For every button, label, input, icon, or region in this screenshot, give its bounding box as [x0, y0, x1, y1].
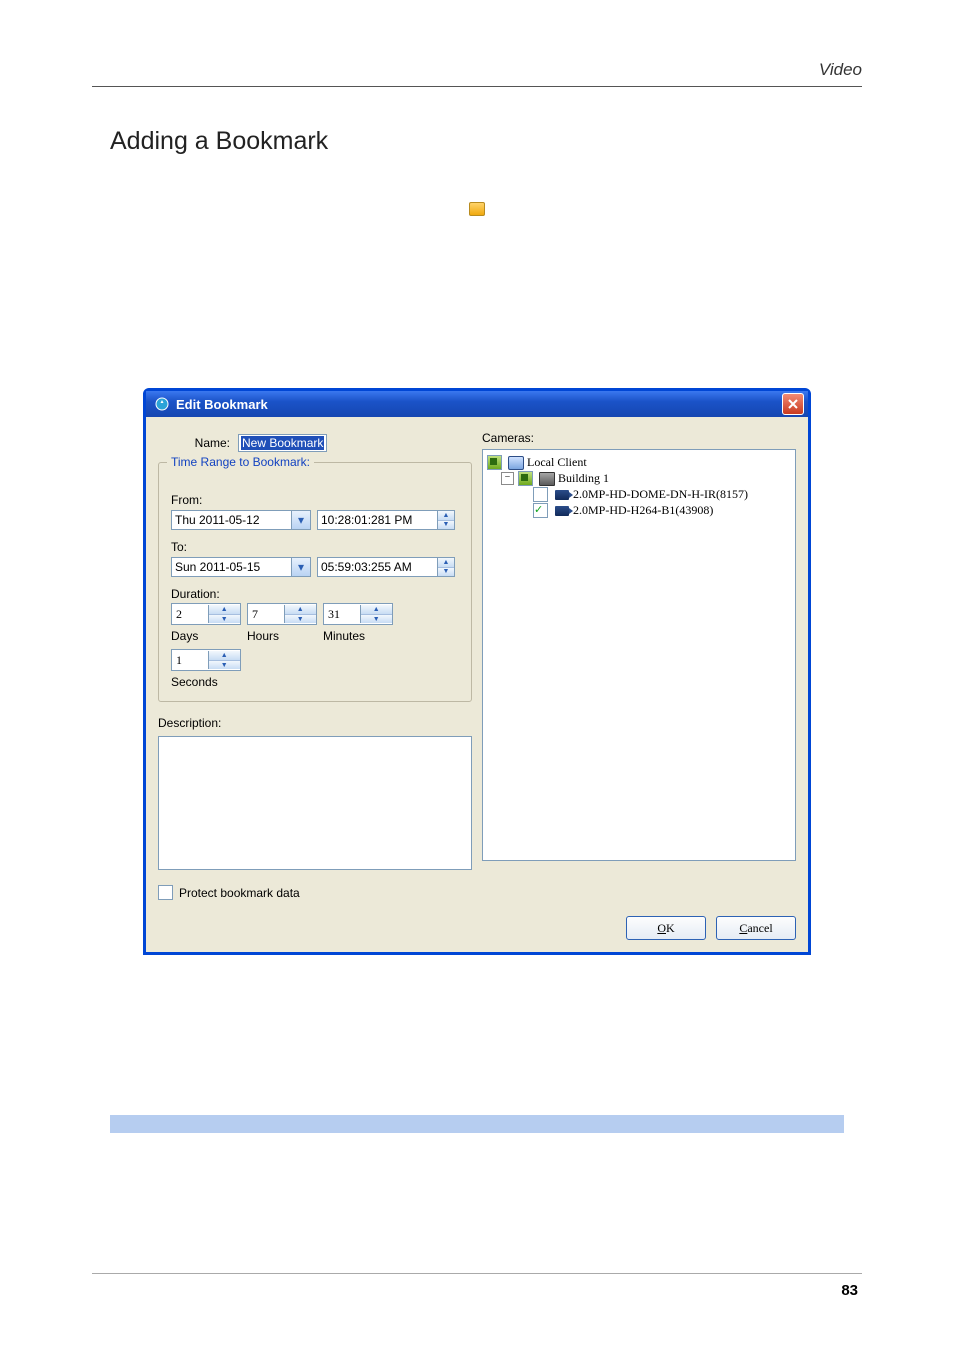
checkbox-checked[interactable] [533, 503, 548, 518]
days-unit-label: Days [171, 629, 198, 643]
from-time-spinner[interactable]: 10:28:01:281 PM ▲▼ [317, 510, 455, 530]
description-label: Description: [158, 716, 472, 730]
dialog-titlebar[interactable]: Edit Bookmark [146, 391, 808, 417]
spinner-icon: ▲▼ [208, 651, 241, 669]
hours-unit-label: Hours [247, 629, 279, 643]
tree-node-camera[interactable]: 2.0MP-HD-H264-B1(43908) [533, 503, 791, 518]
ok-button[interactable]: OK [626, 916, 706, 940]
page-header: Video [92, 60, 862, 80]
days-value: 2 [176, 607, 208, 622]
minutes-spinner[interactable]: 31 ▲▼ [323, 603, 393, 625]
protect-label: Protect bookmark data [179, 886, 300, 900]
checkbox-unchecked[interactable] [533, 487, 548, 502]
description-textarea[interactable] [158, 736, 472, 870]
checkbox-partial[interactable] [518, 471, 533, 486]
to-label: To: [171, 540, 459, 554]
cancel-button[interactable]: Cancel [716, 916, 796, 940]
from-label: From: [171, 493, 459, 507]
close-icon [788, 399, 798, 409]
minutes-value: 31 [328, 607, 360, 622]
name-label: Name: [158, 436, 230, 450]
tree-node-group[interactable]: − Building 1 [501, 471, 791, 486]
tree-cam1-label: 2.0MP-HD-DOME-DN-H-IR(8157) [573, 487, 748, 502]
spinner-icon: ▲▼ [437, 558, 454, 576]
section-heading: Adding a Bookmark [110, 127, 862, 156]
tree-cam2-label: 2.0MP-HD-H264-B1(43908) [573, 503, 713, 518]
time-range-group: Time Range to Bookmark: From: Thu 2011-0… [158, 462, 472, 702]
monitor-icon [508, 456, 524, 470]
protect-checkbox[interactable] [158, 885, 173, 900]
seconds-value: 1 [176, 653, 208, 668]
from-date-value: Thu 2011-05-12 [175, 513, 260, 527]
to-date-value: Sun 2011-05-15 [175, 560, 260, 574]
time-range-legend: Time Range to Bookmark: [167, 455, 314, 469]
note-highlight-bar [110, 1115, 844, 1133]
spinner-icon: ▲▼ [437, 511, 454, 529]
seconds-spinner[interactable]: 1 ▲▼ [171, 649, 241, 671]
cameras-label: Cameras: [482, 431, 796, 445]
from-time-value: 10:28:01:281 PM [321, 513, 437, 527]
checkbox-partial[interactable] [487, 455, 502, 470]
bookmark-icon [469, 202, 485, 216]
seconds-unit-label: Seconds [171, 675, 218, 689]
cameras-tree[interactable]: Local Client − Building 1 2.0MP-HD-DOME-… [482, 449, 796, 861]
name-value: New Bookmark [241, 436, 324, 450]
camera-icon [554, 504, 570, 518]
to-time-spinner[interactable]: 05:59:03:255 AM ▲▼ [317, 557, 455, 577]
name-input[interactable]: New Bookmark [238, 434, 327, 452]
chevron-down-icon: ▾ [291, 511, 310, 529]
header-rule [92, 86, 862, 87]
camera-icon [554, 488, 570, 502]
spinner-icon: ▲▼ [208, 605, 241, 623]
edit-bookmark-dialog: Edit Bookmark Name: New Bookmark Time Ra… [143, 388, 811, 955]
collapse-icon[interactable]: − [501, 472, 514, 485]
hours-spinner[interactable]: 7 ▲▼ [247, 603, 317, 625]
to-date-combo[interactable]: Sun 2011-05-15 ▾ [171, 557, 311, 577]
tree-node-root[interactable]: Local Client [487, 455, 791, 470]
from-date-combo[interactable]: Thu 2011-05-12 ▾ [171, 510, 311, 530]
tree-group-label: Building 1 [558, 471, 609, 486]
spinner-icon: ▲▼ [360, 605, 393, 623]
spinner-icon: ▲▼ [284, 605, 317, 623]
hours-value: 7 [252, 607, 284, 622]
duration-label: Duration: [171, 587, 459, 601]
footer-rule [92, 1273, 862, 1274]
tree-root-label: Local Client [527, 455, 587, 470]
tree-node-camera[interactable]: 2.0MP-HD-DOME-DN-H-IR(8157) [533, 487, 791, 502]
dialog-app-icon [154, 396, 170, 412]
close-button[interactable] [782, 393, 804, 415]
chevron-down-icon: ▾ [291, 558, 310, 576]
minutes-unit-label: Minutes [323, 629, 365, 643]
server-icon [539, 472, 555, 486]
to-time-value: 05:59:03:255 AM [321, 560, 437, 574]
days-spinner[interactable]: 2 ▲▼ [171, 603, 241, 625]
dialog-title: Edit Bookmark [176, 397, 782, 412]
page-number: 83 [92, 1282, 862, 1299]
